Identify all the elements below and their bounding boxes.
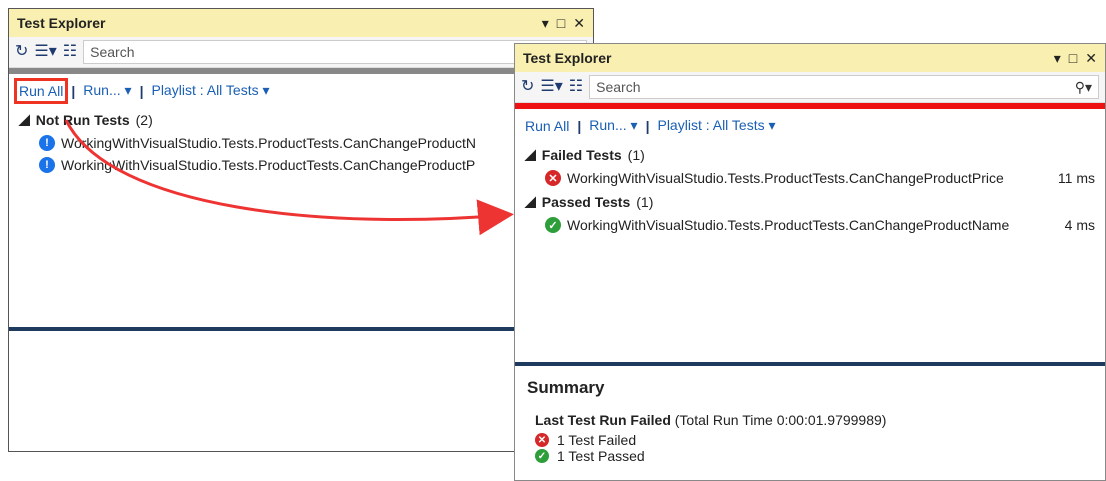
list-item[interactable]: ! WorkingWithVisualStudio.Tests.ProductT… [9,154,593,176]
left-test-explorer: Test Explorer ▾ □ ✕ ↻ ☰▾ ☷ Search Run Al… [8,8,594,452]
summary-failed-line: ✕ 1 Test Failed [535,432,1093,448]
refresh-icon[interactable]: ↻ [521,79,534,95]
summary-passed-line: ✓ 1 Test Passed [535,448,1093,464]
left-run-all-link[interactable]: Run All [13,77,69,104]
passed-count: (1) [636,193,654,210]
left-window-title: Test Explorer [17,15,106,31]
dropdown-icon[interactable]: ▾ [1054,50,1061,67]
test-name: WorkingWithVisualStudio.Tests.ProductTes… [61,135,477,151]
left-separator-1: | [71,82,76,99]
left-links: Run All | Run... ▾ | Playlist : All Test… [9,74,593,107]
search-icon[interactable]: ⚲▾ [1075,79,1092,96]
left-run-link[interactable]: Run... ▾ [83,82,131,99]
right-toolbar: ↻ ☰▾ ☷ Search ⚲▾ [515,72,1105,103]
test-name: WorkingWithVisualStudio.Tests.ProductTes… [61,157,476,173]
left-titlebar: Test Explorer ▾ □ ✕ [9,9,593,37]
failed-icon: ✕ [535,433,549,447]
summary-last-run: Last Test Run Failed (Total Run Time 0:0… [535,412,887,428]
right-run-link[interactable]: Run... ▾ [589,117,637,134]
not-run-icon: ! [39,157,55,173]
right-search-placeholder: Search [596,79,641,95]
left-divider [9,327,593,331]
list-item[interactable]: ! WorkingWithVisualStudio.Tests.ProductT… [9,132,593,154]
failed-group[interactable]: ◢ Failed Tests (1) [515,142,1105,167]
list-item[interactable]: ✕ WorkingWithVisualStudio.Tests.ProductT… [515,167,1105,189]
passed-icon: ✓ [545,217,561,233]
maximize-icon[interactable]: □ [1069,50,1077,67]
summary-panel: Summary Last Test Run Failed (Total Run … [515,366,1105,480]
right-separator-2: | [645,117,650,134]
passed-icon: ✓ [535,449,549,463]
failed-count: (1) [627,146,645,163]
right-run-all-link[interactable]: Run All [525,118,569,134]
left-search-input[interactable]: Search [83,40,587,64]
list-item[interactable]: ✓ WorkingWithVisualStudio.Tests.ProductT… [515,214,1105,236]
test-duration: 4 ms [1064,217,1095,233]
summary-heading: Summary [527,378,605,397]
maximize-icon[interactable]: □ [557,15,565,32]
passed-group[interactable]: ◢ Passed Tests (1) [515,189,1105,214]
playlist-icon[interactable]: ☷ [63,44,77,60]
right-separator-1: | [577,117,582,134]
right-test-explorer: Test Explorer ▾ □ ✕ ↻ ☰▾ ☷ Search ⚲▾ Run… [514,43,1106,481]
close-icon[interactable]: ✕ [573,15,585,32]
right-window-title: Test Explorer [523,50,612,66]
collapse-arrow-icon[interactable]: ◢ [525,146,536,163]
dropdown-icon[interactable]: ▾ [542,15,549,32]
collapse-arrow-icon[interactable]: ◢ [525,193,536,210]
test-name: WorkingWithVisualStudio.Tests.ProductTes… [567,217,1010,233]
playlist-icon[interactable]: ☷ [569,79,583,95]
test-duration: 11 ms [1057,170,1095,186]
passed-label: Passed Tests [541,193,631,210]
left-toolbar: ↻ ☰▾ ☷ Search [9,37,593,68]
left-playlist-link[interactable]: Playlist : All Tests ▾ [151,82,269,99]
refresh-icon[interactable]: ↻ [15,44,28,60]
right-playlist-link[interactable]: Playlist : All Tests ▾ [657,117,775,134]
close-icon[interactable]: ✕ [1085,50,1097,67]
not-run-count: (2) [135,111,153,128]
not-run-group[interactable]: ◢ Not Run Tests (2) [9,107,593,132]
collapse-arrow-icon[interactable]: ◢ [19,111,30,128]
left-separator-2: | [139,82,144,99]
right-search-input[interactable]: Search ⚲▾ [589,75,1099,99]
not-run-label: Not Run Tests [35,111,130,128]
failed-label: Failed Tests [541,146,622,163]
group-by-icon[interactable]: ☰▾ [34,44,56,60]
left-search-placeholder: Search [90,44,135,60]
failed-icon: ✕ [545,170,561,186]
not-run-icon: ! [39,135,55,151]
group-by-icon[interactable]: ☰▾ [540,79,562,95]
right-links: Run All | Run... ▾ | Playlist : All Test… [515,109,1105,142]
test-name: WorkingWithVisualStudio.Tests.ProductTes… [567,170,1004,186]
right-titlebar: Test Explorer ▾ □ ✕ [515,44,1105,72]
